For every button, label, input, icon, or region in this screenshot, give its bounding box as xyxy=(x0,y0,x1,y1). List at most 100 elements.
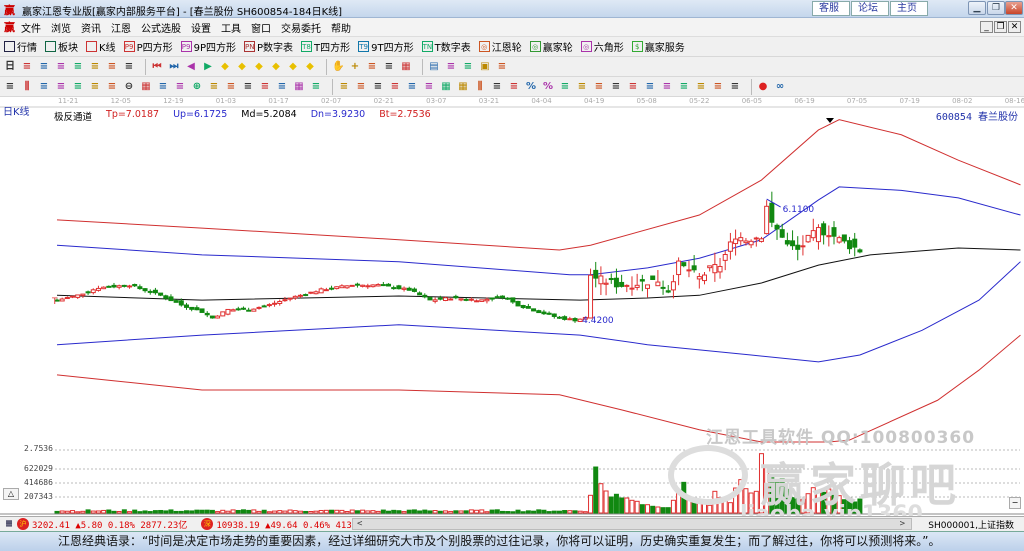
box-icon[interactable]: ≡ xyxy=(225,81,237,93)
toolbar-button-12[interactable]: $ 赢家服务 xyxy=(631,39,685,54)
gold-icon[interactable]: ≡ xyxy=(576,81,588,93)
hand-icon[interactable]: ✋ xyxy=(332,61,344,73)
target-icon[interactable]: ⊕ xyxy=(191,81,203,93)
save-icon[interactable]: ▣ xyxy=(479,61,491,73)
customer-service-link[interactable]: 客服 xyxy=(812,1,850,16)
grid-icon[interactable]: ▦ xyxy=(140,81,152,93)
left-icon[interactable]: ◀ xyxy=(185,61,197,73)
angle-icon[interactable]: ≡ xyxy=(678,81,690,93)
chart-color-icon[interactable]: ≡ xyxy=(123,61,135,73)
fib-icon[interactable]: ≡ xyxy=(72,81,84,93)
menu-news[interactable]: 资讯 xyxy=(81,20,101,35)
zoom-diamond-icon[interactable]: ◆ xyxy=(287,61,299,73)
grid-icon[interactable]: ▦ xyxy=(457,81,469,93)
menu-window[interactable]: 窗口 xyxy=(251,20,271,35)
lines-icon[interactable]: ⫼ xyxy=(21,81,33,93)
zoom-diamond-icon[interactable]: ◆ xyxy=(219,61,231,73)
ruler-icon[interactable]: ≡ xyxy=(491,81,503,93)
toolbar-button-7[interactable]: T9 9T四方形 xyxy=(358,39,414,54)
calendar-icon[interactable]: ▤ xyxy=(428,61,440,73)
v-icon[interactable]: ≡ xyxy=(423,81,435,93)
oscillator-icon[interactable]: ≡ xyxy=(106,61,118,73)
forum-link[interactable]: 论坛 xyxy=(851,1,889,16)
toolbar-button-0[interactable]: 行情 xyxy=(4,39,37,54)
bars-icon[interactable]: ≡ xyxy=(55,61,67,73)
grid-icon[interactable]: ▦ xyxy=(440,81,452,93)
restore-button[interactable]: ❐ xyxy=(987,1,1005,15)
grid-icon[interactable]: ▦ xyxy=(293,81,305,93)
gold-icon[interactable]: ≡ xyxy=(627,81,639,93)
horizontal-scrollbar[interactable]: < > xyxy=(352,518,912,530)
grid-icon[interactable]: ▦ xyxy=(3,518,15,530)
toolbar-button-5[interactable]: PN P数字表 xyxy=(244,39,293,54)
fan-icon[interactable]: ≡ xyxy=(508,81,520,93)
infinity-icon[interactable]: ∞ xyxy=(774,81,786,93)
lines-icon[interactable]: ⫼ xyxy=(474,81,486,93)
toolbar-button-10[interactable]: ◎ 赢家轮 xyxy=(529,39,573,54)
first-icon[interactable]: ⏮ xyxy=(151,61,163,73)
expand-pane-button[interactable]: △ xyxy=(3,488,19,500)
pencil-icon[interactable]: ≡ xyxy=(4,81,16,93)
zoom-diamond-icon[interactable]: ◆ xyxy=(253,61,265,73)
angle-icon[interactable]: ≡ xyxy=(644,81,656,93)
menu-settings[interactable]: 设置 xyxy=(191,20,211,35)
rays-icon[interactable]: ≡ xyxy=(355,81,367,93)
menu-formula[interactable]: 公式选股 xyxy=(141,20,181,35)
truck-icon[interactable]: ≡ xyxy=(496,61,508,73)
angle-icon[interactable]: ≡ xyxy=(406,81,418,93)
calculator-icon[interactable]: ≡ xyxy=(445,61,457,73)
percent-icon[interactable]: % xyxy=(542,81,554,93)
homepage-link[interactable]: 主页 xyxy=(890,1,928,16)
kline-chart[interactable]: 6.1100 4.4200 T 11-21 12-05 12-19 01-03 01-17 0… xyxy=(0,97,1024,527)
last-icon[interactable]: ⏭ xyxy=(168,61,180,73)
mdi-minimize-button[interactable]: _ xyxy=(980,21,993,33)
menu-browse[interactable]: 浏览 xyxy=(51,20,71,35)
crosshair-icon[interactable]: + xyxy=(349,61,361,73)
angle-icon[interactable]: ≡ xyxy=(174,81,186,93)
toolbar-button-6[interactable]: T8 T四方形 xyxy=(301,39,350,54)
current-index[interactable]: SH000001,上证指数 xyxy=(928,518,1014,531)
menu-file[interactable]: 文件 xyxy=(21,20,41,35)
toolbar-button-9[interactable]: ◎ 江恩轮 xyxy=(478,39,522,54)
toolbar-button-8[interactable]: TN T数字表 xyxy=(421,39,471,54)
collapse-pane-button[interactable]: − xyxy=(1009,497,1021,509)
menu-gann[interactable]: 江恩 xyxy=(111,20,131,35)
tag-icon[interactable]: ≡ xyxy=(383,61,395,73)
period-day-icon[interactable]: 日 xyxy=(4,61,16,73)
toolbar-button-3[interactable]: P9 P四方形 xyxy=(123,39,173,54)
square-icon[interactable]: ≡ xyxy=(389,81,401,93)
scroll-right-button[interactable]: > xyxy=(900,519,905,529)
angle-icon[interactable]: ≡ xyxy=(712,81,724,93)
scroll-left-button[interactable]: < xyxy=(357,519,362,529)
circle-icon[interactable]: ⊖ xyxy=(123,81,135,93)
angle-icon[interactable]: ≡ xyxy=(729,81,741,93)
menu-help[interactable]: 帮助 xyxy=(331,20,351,35)
box-icon[interactable]: ≡ xyxy=(38,61,50,73)
square-icon[interactable]: ≡ xyxy=(372,81,384,93)
n2-icon[interactable]: ≡ xyxy=(157,81,169,93)
time-icon[interactable]: ≡ xyxy=(259,81,271,93)
speed-icon[interactable]: ≡ xyxy=(242,81,254,93)
zoom-diamond-icon[interactable]: ◆ xyxy=(270,61,282,73)
angle-icon[interactable]: ≡ xyxy=(695,81,707,93)
gold-icon[interactable]: ≡ xyxy=(559,81,571,93)
menu-trade[interactable]: 交易委托 xyxy=(281,20,321,35)
candle-icon[interactable]: ≡ xyxy=(89,61,101,73)
fan-icon[interactable]: ≡ xyxy=(610,81,622,93)
zoom-diamond-icon[interactable]: ◆ xyxy=(236,61,248,73)
ticks-icon[interactable]: ≡ xyxy=(310,81,322,93)
arc-icon[interactable]: ≡ xyxy=(89,81,101,93)
fan-icon[interactable]: ≡ xyxy=(55,81,67,93)
right-icon[interactable]: ▶ xyxy=(202,61,214,73)
toolbar-button-2[interactable]: K线 xyxy=(86,39,116,54)
rect-icon[interactable]: ≡ xyxy=(338,81,350,93)
minimize-button[interactable]: ▁ xyxy=(968,1,986,15)
mdi-restore-button[interactable]: ❐ xyxy=(994,21,1007,33)
zoom-diamond-icon[interactable]: ◆ xyxy=(304,61,316,73)
pen-icon[interactable]: ≡ xyxy=(593,81,605,93)
mdi-close-button[interactable]: ✕ xyxy=(1008,21,1021,33)
toolbar-button-11[interactable]: ◎ 六角形 xyxy=(580,39,624,54)
toolbar-button-4[interactable]: P9 9P四方形 xyxy=(180,39,236,54)
sheet-icon[interactable]: ≡ xyxy=(462,61,474,73)
chain-icon[interactable]: ≡ xyxy=(21,61,33,73)
